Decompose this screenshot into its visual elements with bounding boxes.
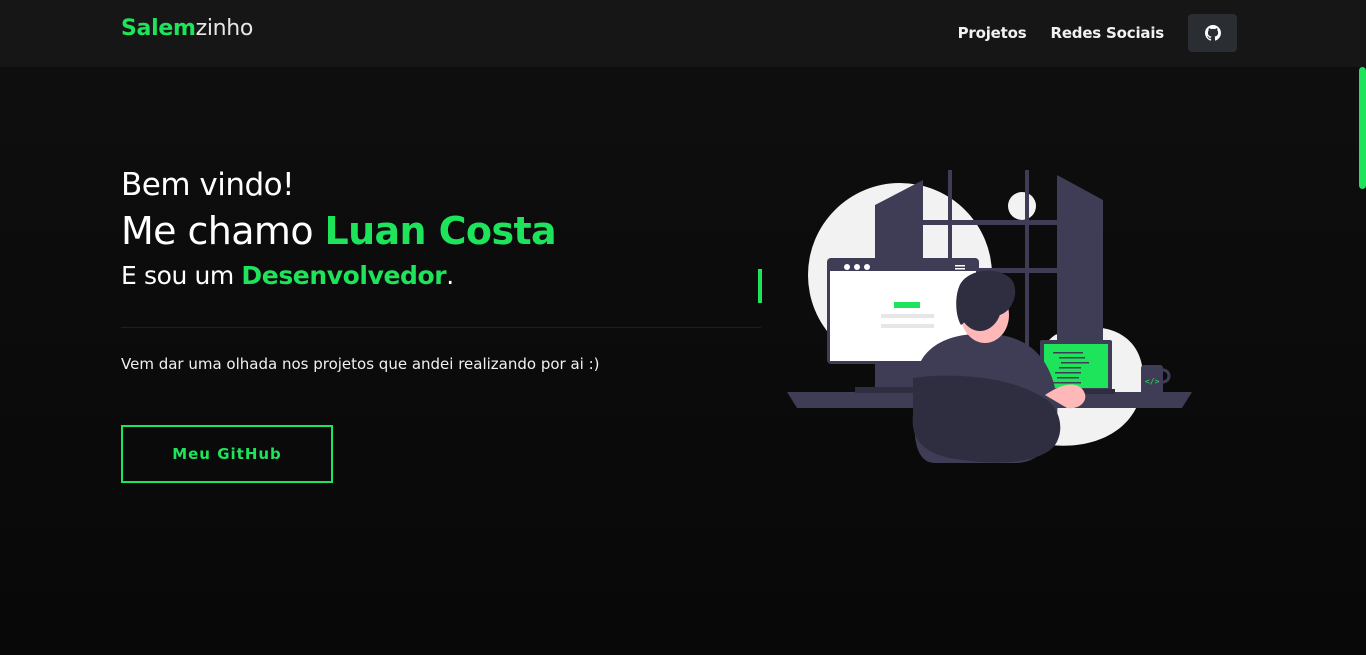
hero-name-line: Me chamo Luan Costa <box>121 209 766 253</box>
hero-tagline: Vem dar uma olhada nos projetos que ande… <box>121 355 600 373</box>
hero-role-line: E sou um Desenvolvedor. <box>121 261 766 290</box>
navbar: Salemzinho Projetos Redes Sociais <box>0 0 1366 67</box>
github-icon <box>1204 25 1221 41</box>
hero-role-prefix: E sou um <box>121 261 242 290</box>
scrollbar-thumb[interactable] <box>1359 67 1366 189</box>
hero-section: Bem vindo! Me chamo Luan Costa E sou um … <box>121 167 766 373</box>
typing-cursor <box>758 269 762 303</box>
hero-role: Desenvolvedor <box>241 261 447 290</box>
developer-illustration: </> <box>787 170 1192 463</box>
page: Salemzinho Projetos Redes Sociais Bem vi… <box>0 0 1366 655</box>
brand-accent: Salem <box>121 16 196 41</box>
scrollbar[interactable] <box>1358 67 1366 655</box>
github-cta-button[interactable]: Meu GitHub <box>121 425 333 483</box>
brand-logo[interactable]: Salemzinho <box>121 16 253 41</box>
hero-role-suffix: . <box>446 261 454 290</box>
nav-links: Projetos Redes Sociais <box>958 14 1237 52</box>
hero-divider <box>121 327 761 328</box>
nav-link-projetos[interactable]: Projetos <box>958 24 1027 42</box>
hero-name: Luan Costa <box>324 209 557 253</box>
hero-name-prefix: Me chamo <box>121 209 325 253</box>
svg-text:</>: </> <box>1145 377 1160 386</box>
hero-greeting: Bem vindo! <box>121 167 295 203</box>
brand-rest: zinho <box>195 16 254 41</box>
nav-link-redes-sociais[interactable]: Redes Sociais <box>1050 24 1164 42</box>
github-button[interactable] <box>1188 14 1237 52</box>
